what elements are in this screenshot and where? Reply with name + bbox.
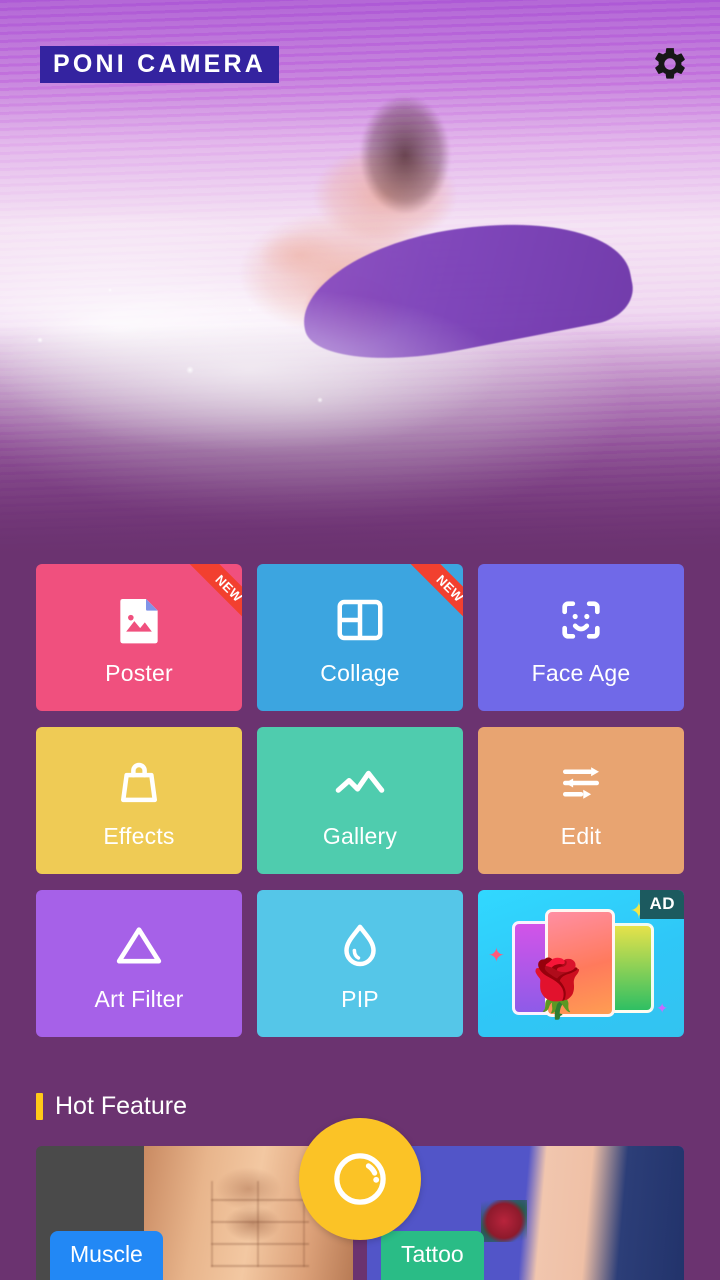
handbag-icon: [112, 752, 166, 814]
muscle-abs-detail: [210, 1180, 309, 1267]
image-file-icon: [111, 589, 167, 651]
rose-icon: 🌹: [522, 956, 592, 1020]
new-badge-poster: NEW: [174, 564, 242, 632]
tattoo-photo: [519, 1146, 684, 1280]
new-badge-collage: NEW: [395, 564, 463, 632]
tile-label: Collage: [320, 659, 400, 686]
tattoo-rose-detail: [481, 1199, 528, 1242]
camera-fab-button[interactable]: [299, 1118, 421, 1240]
tile-label: Face Age: [531, 659, 631, 686]
droplet-icon: [333, 915, 387, 977]
settings-button[interactable]: [646, 40, 694, 88]
tile-face-age[interactable]: Face Age: [478, 564, 684, 711]
mountains-icon: [331, 752, 389, 814]
feature-grid: Poster NEW Collage NEW Face Age Effects …: [0, 564, 720, 1037]
tile-ad-banner[interactable]: AD 🌹 ✦ ✦ ✦: [478, 890, 684, 1037]
new-badge-label: NEW: [184, 564, 242, 632]
tile-label: PIP: [341, 985, 379, 1012]
app-logo: PONI CAMERA: [40, 46, 279, 84]
triangle-icon: [111, 915, 167, 977]
tile-gallery[interactable]: Gallery: [257, 727, 463, 874]
hot-card-label: Muscle: [50, 1231, 163, 1280]
tile-pip[interactable]: PIP: [257, 890, 463, 1037]
tile-label: Gallery: [322, 822, 398, 849]
tile-label: Poster: [105, 659, 173, 686]
tile-effects[interactable]: Effects: [36, 727, 242, 874]
face-scan-icon: [553, 589, 609, 651]
section-accent-bar: [36, 1093, 43, 1120]
sliders-icon: [554, 752, 608, 814]
grid-layout-icon: [333, 589, 387, 651]
camera-lens-icon: [334, 1153, 386, 1205]
tile-label: Effects: [103, 822, 175, 849]
sparkle-icon: ✦: [656, 1000, 668, 1016]
ad-badge: AD: [640, 890, 684, 919]
hero-banner: PONI CAMERA: [0, 0, 720, 560]
gear-icon: [655, 48, 685, 79]
rose-cards-ad-icon: 🌹: [506, 908, 656, 1020]
tile-collage[interactable]: Collage NEW: [257, 564, 463, 711]
app-root: PONI CAMERA Poster NEW Collage NEW Face …: [0, 0, 720, 1280]
sparkle-icon: ✦: [488, 945, 505, 967]
tile-label: Edit: [560, 822, 602, 849]
tile-label: Art Filter: [94, 985, 184, 1012]
hot-card-label: Tattoo: [381, 1231, 484, 1280]
new-badge-label: NEW: [405, 564, 463, 632]
tile-poster[interactable]: Poster NEW: [36, 564, 242, 711]
section-title: Hot Feature: [55, 1092, 188, 1120]
hot-feature-header: Hot Feature: [36, 1092, 187, 1121]
tile-art-filter[interactable]: Art Filter: [36, 890, 242, 1037]
tile-edit[interactable]: Edit: [478, 727, 684, 874]
